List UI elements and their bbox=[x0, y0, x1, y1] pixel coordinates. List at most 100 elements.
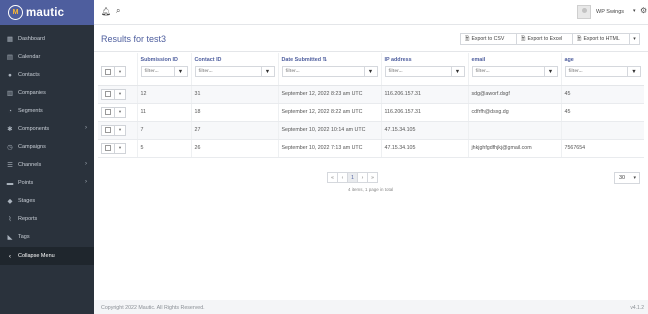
sidebar-item-label: Campaigns bbox=[18, 144, 46, 150]
column-submission-id[interactable]: Submission ID filter... ▼ bbox=[137, 53, 192, 86]
row-select-cell: ▾ bbox=[98, 139, 138, 158]
table-cell: September 12, 2022 8:23 am UTC bbox=[278, 85, 382, 104]
filter-icon[interactable]: ▼ bbox=[628, 66, 641, 77]
row-actions-dropdown[interactable]: ▾ bbox=[115, 142, 126, 154]
mautic-logo-icon: M bbox=[8, 5, 23, 20]
table-header-row: ▾ Submission ID filter... ▼ Contact ID fi… bbox=[98, 53, 644, 86]
table-cell: 45 bbox=[561, 103, 644, 122]
sidebar-item-contacts[interactable]: ● Contacts bbox=[0, 66, 94, 84]
chevron-down-icon[interactable]: ▾ bbox=[633, 8, 636, 14]
search-icon[interactable]: ⌕ bbox=[116, 6, 120, 16]
row-checkbox[interactable] bbox=[101, 142, 115, 154]
points-icon: ▬ bbox=[6, 179, 14, 187]
sidebar-item-label: Segments bbox=[18, 108, 43, 114]
chevron-right-icon: › bbox=[85, 125, 87, 131]
row-checkbox[interactable] bbox=[101, 124, 115, 136]
table-cell: September 10, 2022 10:14 am UTC bbox=[278, 121, 382, 140]
line-chart-icon: ⌇ bbox=[8, 216, 12, 223]
sidebar-item-label: Contacts bbox=[18, 72, 40, 78]
sidebar-item-label: Components bbox=[18, 126, 50, 132]
sidebar-item-campaigns[interactable]: ◷ Campaigns bbox=[0, 138, 94, 156]
row-actions-dropdown[interactable]: ▾ bbox=[115, 88, 126, 100]
pie-chart-icon: ◔ bbox=[8, 107, 12, 115]
select-all-checkbox[interactable] bbox=[101, 66, 115, 77]
filter-input[interactable]: filter... bbox=[384, 66, 452, 77]
table-cell: 7 bbox=[137, 121, 192, 140]
row-checkbox[interactable] bbox=[101, 88, 115, 100]
sidebar-item-channels[interactable]: ☰ Channels › bbox=[0, 156, 94, 174]
sidebar-item-tags[interactable]: ◣ Tags bbox=[0, 228, 94, 246]
table-cell: 26 bbox=[191, 139, 279, 158]
filter-input[interactable]: filter... bbox=[471, 66, 545, 77]
sidebar-item-label: Calendar bbox=[18, 54, 41, 60]
sidebar-item-label: Stages bbox=[18, 198, 36, 204]
table-cell: cdfrfh@dsxg.dg bbox=[468, 103, 562, 122]
filter-input[interactable]: filter... bbox=[194, 66, 262, 77]
user-icon: ● bbox=[8, 71, 12, 79]
column-contact-id[interactable]: Contact ID filter... ▼ bbox=[191, 53, 279, 86]
sidebar-item-calendar[interactable]: ▤ Calendar bbox=[0, 48, 94, 66]
row-checkbox[interactable] bbox=[101, 106, 115, 118]
filter-input[interactable]: filter... bbox=[281, 66, 365, 77]
sidebar-item-reports[interactable]: ⌇ Reports bbox=[0, 210, 94, 228]
file-icon: 🗎︎ bbox=[465, 35, 470, 42]
table-cell: 12 bbox=[137, 85, 192, 104]
table-cell: September 10, 2022 7:13 am UTC bbox=[278, 139, 382, 158]
sidebar-item-stages[interactable]: ◆ Stages bbox=[0, 192, 94, 210]
row-actions-dropdown[interactable]: ▾ bbox=[115, 124, 126, 136]
filter-icon[interactable]: ▼ bbox=[261, 66, 275, 77]
sidebar-item-label: Reports bbox=[18, 216, 38, 222]
sidebar-item-components[interactable]: ✱ Components › bbox=[0, 120, 94, 138]
filter-icon[interactable]: ▼ bbox=[174, 66, 188, 77]
column-label: Contact ID bbox=[194, 57, 222, 63]
bell-icon[interactable]: 🔔︎ bbox=[101, 7, 111, 16]
sidebar-item-label: Channels bbox=[18, 162, 42, 168]
column-ip-address[interactable]: IP address filter... ▼ bbox=[381, 53, 469, 86]
avatar[interactable] bbox=[577, 5, 591, 19]
topbar: 🔔︎ ⌕ WP Swings ▾ ⚙ bbox=[94, 0, 648, 25]
filter-icon[interactable]: ▼ bbox=[544, 66, 558, 77]
bulk-actions-dropdown[interactable]: ▾ bbox=[115, 66, 126, 77]
row-select-cell: ▾ bbox=[98, 85, 138, 104]
select-column-header: ▾ bbox=[98, 53, 138, 86]
calendar-icon: ▤ bbox=[6, 54, 14, 61]
table-row: ▾ 7 27 September 10, 2022 10:14 am UTC 47.15… bbox=[98, 121, 644, 140]
column-date-submitted[interactable]: Date Submitted ⇅ filter... ▼ bbox=[278, 53, 382, 86]
user-name[interactable]: WP Swings bbox=[596, 9, 624, 15]
export-csv-button[interactable]: 🗎︎ Export to CSV bbox=[460, 33, 517, 45]
filter-icon[interactable]: ▼ bbox=[451, 66, 465, 77]
sidebar-item-companies[interactable]: ▥ Companies bbox=[0, 84, 94, 102]
export-html-button[interactable]: 🗎︎ Export to HTML bbox=[572, 33, 630, 45]
clock-icon: ◷ bbox=[7, 144, 13, 151]
filter-icon[interactable]: ▼ bbox=[364, 66, 378, 77]
sidebar-item-dashboard[interactable]: ▦ Dashboard bbox=[0, 30, 94, 48]
sort-icon[interactable]: ⇅ bbox=[323, 57, 328, 63]
collapse-menu-button[interactable]: ‹ Collapse Menu bbox=[0, 247, 94, 265]
table-cell: 116.206.157.31 bbox=[381, 85, 469, 104]
table-row: ▾ 12 31 September 12, 2022 8:23 am UTC 116.2… bbox=[98, 85, 644, 104]
chevron-down-icon: ▾ bbox=[633, 36, 636, 42]
per-page-select[interactable]: 30 ▾ bbox=[614, 172, 640, 184]
sidebar-item-segments[interactable]: ◔ Segments bbox=[0, 102, 94, 120]
column-email[interactable]: email filter... ▼ bbox=[468, 53, 562, 86]
filter-input[interactable]: filter... bbox=[564, 66, 628, 77]
table-cell: sdg@aworf.dsgf bbox=[468, 85, 562, 104]
column-age[interactable]: age filter... ▼ bbox=[561, 53, 644, 86]
file-icon: 🗎︎ bbox=[577, 35, 582, 42]
sidebar-item-label: Points bbox=[18, 180, 34, 186]
table-cell: 45 bbox=[561, 85, 644, 104]
table-cell: 27 bbox=[191, 121, 279, 140]
brand-name: mautic bbox=[26, 6, 65, 19]
table-body: ▾ 12 31 September 12, 2022 8:23 am UTC 116.2… bbox=[98, 85, 644, 158]
export-csv-label: Export to CSV bbox=[471, 36, 505, 42]
gear-icon[interactable]: ⚙ bbox=[640, 6, 647, 15]
brand-header[interactable]: M mautic bbox=[0, 0, 94, 25]
filter-input[interactable]: filter... bbox=[140, 66, 175, 77]
export-excel-button[interactable]: 🗎︎ Export to Excel bbox=[516, 33, 573, 45]
chevron-right-icon: › bbox=[85, 179, 87, 185]
row-actions-dropdown[interactable]: ▾ bbox=[115, 106, 126, 118]
export-more-button[interactable]: ▾ bbox=[629, 33, 640, 45]
last-page-button[interactable]: » bbox=[367, 172, 378, 183]
tag-icon: ◣ bbox=[7, 234, 13, 241]
sidebar-item-points[interactable]: ▬ Points › bbox=[0, 174, 94, 192]
